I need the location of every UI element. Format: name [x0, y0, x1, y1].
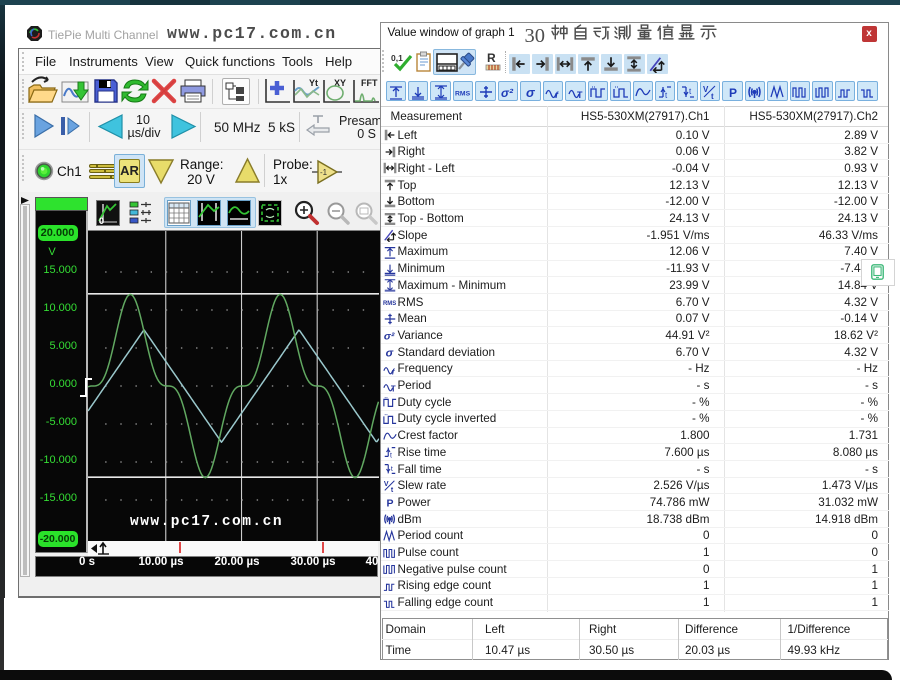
svg-text:T: T	[577, 90, 583, 100]
svg-text:f: f	[555, 90, 559, 100]
svg-text:σ: σ	[526, 85, 536, 100]
svg-text:-1: -1	[320, 168, 328, 177]
svg-text:0,1: 0,1	[391, 53, 403, 63]
svg-text:t: t	[665, 91, 668, 100]
svg-text:0: 0	[99, 216, 104, 225]
svg-text:R: R	[487, 51, 496, 65]
svg-text:RMS: RMS	[455, 90, 471, 97]
svg-text:t: t	[711, 92, 714, 100]
svg-text:σ²: σ²	[501, 86, 514, 100]
svg-text:FFT: FFT	[361, 78, 378, 88]
svg-text:P: P	[729, 86, 737, 100]
svg-text:t: t	[689, 87, 692, 96]
svg-text:Yt: Yt	[309, 78, 318, 88]
